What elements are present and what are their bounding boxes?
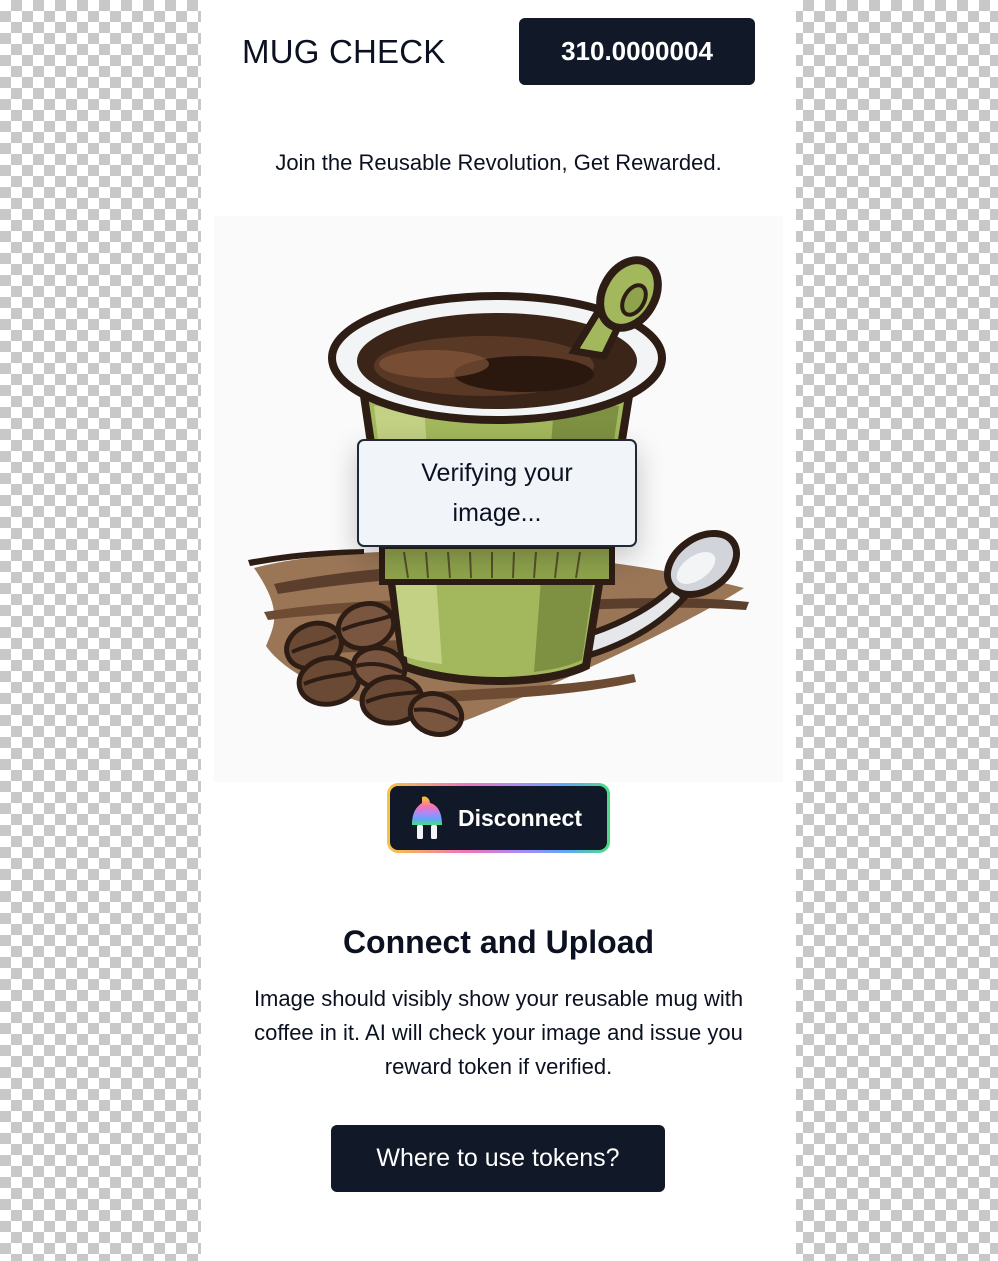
section-description: Image should visibly show your reusable … <box>253 986 744 1079</box>
plug-icon <box>412 796 442 839</box>
tagline: Join the Reusable Revolution, Get Reward… <box>275 150 722 175</box>
disconnect-label: Disconnect <box>458 804 582 831</box>
where-to-use-tokens-button[interactable]: Where to use tokens? <box>331 1125 665 1192</box>
disconnect-button-body[interactable]: Disconnect <box>390 786 607 850</box>
section-title: Connect and Upload <box>342 924 655 960</box>
main-panel: MUG CHECK 310.0000004 Join the Reusable … <box>201 0 796 1261</box>
hero-image[interactable]: Verifying your image... <box>214 216 783 782</box>
brand-title: MUG CHECK <box>242 33 446 70</box>
disconnect-wallet-button[interactable]: Disconnect <box>387 783 610 853</box>
token-balance-button[interactable]: 310.0000004 <box>519 18 755 85</box>
verifying-status-overlay: Verifying your image... <box>357 439 637 547</box>
